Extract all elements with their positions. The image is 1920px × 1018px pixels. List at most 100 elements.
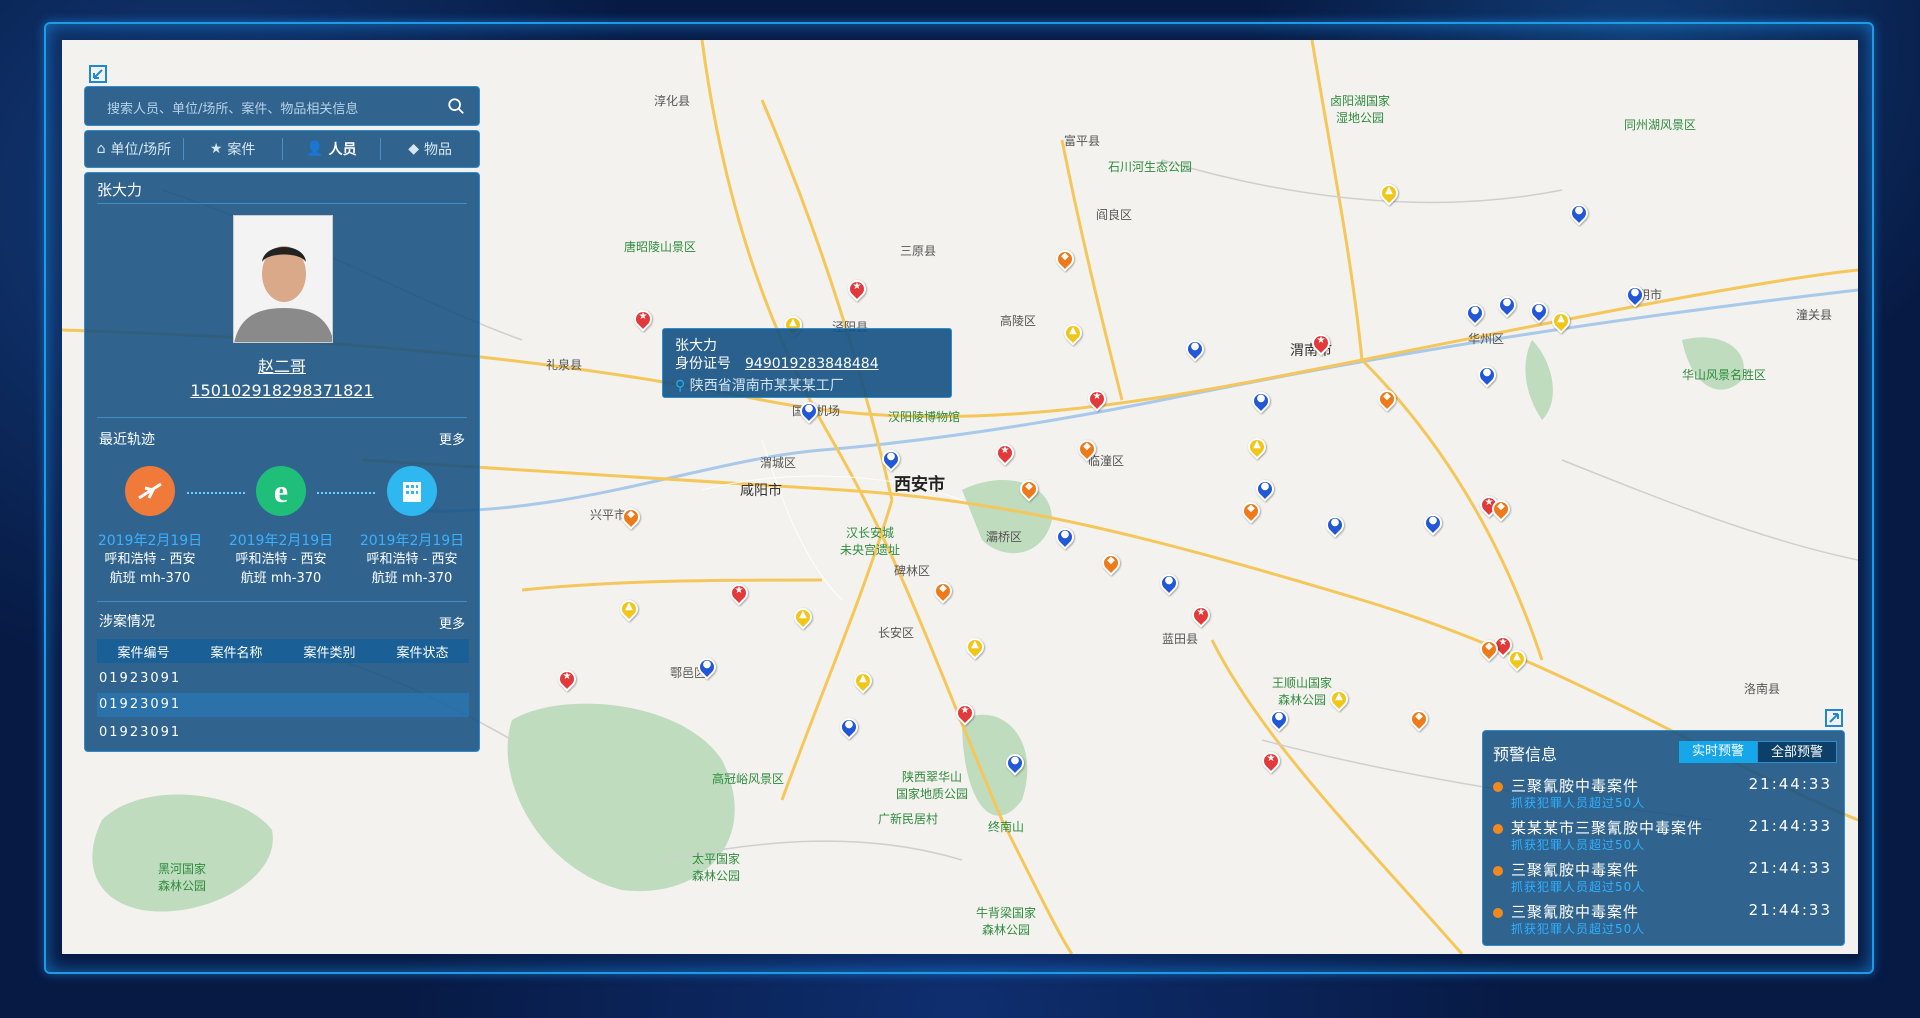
map-marker-person[interactable]: ● xyxy=(694,654,720,682)
tab-all-warning[interactable]: 全部预警 xyxy=(1757,741,1837,763)
map-marker-case[interactable]: ★ xyxy=(1188,602,1214,630)
map-marker-person[interactable]: ● xyxy=(1474,362,1500,390)
map-marker-item[interactable]: ▲ xyxy=(962,634,988,662)
map-label-xianyang: 咸阳市 xyxy=(740,482,782,498)
warning-item[interactable]: 三聚氰胺中毒案件 21:44:33 抓获犯罪人员超过50人 xyxy=(1493,859,1838,899)
map-marker-person[interactable]: ● xyxy=(1322,512,1348,540)
tab-realtime-warning[interactable]: 实时预警 xyxy=(1679,741,1757,763)
expand-icon[interactable] xyxy=(1824,708,1844,728)
divider xyxy=(97,417,467,418)
map-marker-item[interactable]: ▲ xyxy=(1548,308,1574,336)
status-dot xyxy=(1493,908,1503,918)
map-marker-person[interactable]: ● xyxy=(1266,706,1292,734)
map-label-lvyang: 卤阳湖国家 湿地公园 xyxy=(1330,94,1391,125)
person-map-popup[interactable]: 张大力 身份证号 949019283848484 ⚲ 陕西省渭南市某某某工厂 xyxy=(662,328,952,398)
map-marker-place[interactable]: ◆ xyxy=(1406,706,1432,734)
map-marker-item[interactable]: ▲ xyxy=(1244,434,1270,462)
track-item[interactable]: 2019年2月19日 呼和浩特 - 西安 航班 mh-370 xyxy=(347,466,477,588)
map-marker-place[interactable]: ◆ xyxy=(1074,436,1100,464)
table-row[interactable]: 01923091 xyxy=(97,693,469,717)
map-marker-place[interactable]: ◆ xyxy=(1098,550,1124,578)
map-marker-person[interactable]: ● xyxy=(836,714,862,742)
map-marker-place[interactable]: ◆ xyxy=(1016,476,1042,504)
popup-address: ⚲ 陕西省渭南市某某某工厂 xyxy=(675,378,844,394)
warning-item[interactable]: 三聚氰胺中毒案件 21:44:33 抓获犯罪人员超过50人 xyxy=(1493,901,1838,941)
track-item[interactable]: 2019年2月19日 呼和浩特 - 西安 航班 mh-370 xyxy=(85,466,215,588)
tab-item[interactable]: ◆ 物品 xyxy=(381,138,479,160)
recent-track-title: 最近轨迹 xyxy=(99,432,155,448)
map-marker-item[interactable]: ▲ xyxy=(1060,320,1086,348)
category-tabs: ⌂ 单位/场所 ★ 案件 👤 人员 ◆ 物品 xyxy=(84,130,480,168)
warning-item[interactable]: 某某某市三聚氰胺中毒案件 21:44:33 抓获犯罪人员超过50人 xyxy=(1493,817,1838,857)
map-marker-item[interactable]: ▲ xyxy=(1326,686,1352,714)
search-icon[interactable] xyxy=(447,97,465,115)
divider xyxy=(97,601,467,602)
table-row[interactable]: 01923091 xyxy=(97,667,469,691)
map-marker-item[interactable]: ▲ xyxy=(1504,646,1530,674)
table-row[interactable]: 01923091 xyxy=(97,721,469,745)
map-label-niubei: 牛背梁国家 森林公园 xyxy=(976,906,1037,937)
map-marker-case[interactable]: ★ xyxy=(844,276,870,304)
map-marker-person[interactable]: ● xyxy=(1622,282,1648,310)
status-dot xyxy=(1493,782,1503,792)
tab-case[interactable]: ★ 案件 xyxy=(184,138,283,160)
map-marker-case[interactable]: ★ xyxy=(992,440,1018,468)
map-marker-place[interactable]: ◆ xyxy=(618,504,644,532)
map-label-xian: 西安市 xyxy=(894,475,945,494)
map-marker-person[interactable]: ● xyxy=(1494,292,1520,320)
map-marker-person[interactable]: ● xyxy=(1156,570,1182,598)
map-marker-person[interactable]: ● xyxy=(1252,476,1278,504)
map-marker-person[interactable]: ● xyxy=(1052,524,1078,552)
popup-id-value[interactable]: 949019283848484 xyxy=(745,356,879,372)
map-marker-place[interactable]: ◆ xyxy=(1374,386,1400,414)
map-marker-place[interactable]: ◆ xyxy=(930,578,956,606)
map-marker-place[interactable]: ◆ xyxy=(1476,636,1502,664)
map-marker-item[interactable]: ▲ xyxy=(616,596,642,624)
map-marker-person[interactable]: ● xyxy=(1420,510,1446,538)
map-marker-item[interactable]: ▲ xyxy=(790,604,816,632)
map-marker-person[interactable]: ● xyxy=(796,398,822,426)
search-bar[interactable]: 搜索人员、单位/场所、案件、物品相关信息 xyxy=(84,86,480,126)
map-marker-case[interactable]: ★ xyxy=(726,580,752,608)
map-marker-place[interactable]: ◆ xyxy=(1238,498,1264,526)
map-marker-person[interactable]: ● xyxy=(1182,336,1208,364)
map-label-fuping: 富平县 xyxy=(1064,134,1101,148)
map-marker-person[interactable]: ● xyxy=(1248,388,1274,416)
status-dot xyxy=(1493,824,1503,834)
map-marker-case[interactable]: ★ xyxy=(952,700,978,728)
map-marker-case[interactable]: ★ xyxy=(554,666,580,694)
warning-panel: 预警信息 实时预警 全部预警 三聚氰胺中毒案件 21:44:33 抓获犯罪人员超… xyxy=(1482,730,1845,946)
map-marker-case[interactable]: ★ xyxy=(1258,748,1284,776)
star-icon: ★ xyxy=(209,141,223,157)
map-marker-person[interactable]: ● xyxy=(878,446,904,474)
map-label-weiyang: 汉长安城 未央宫遗址 xyxy=(840,526,901,557)
map-marker-person[interactable]: ● xyxy=(1526,298,1552,326)
person-id-number[interactable]: 150102918298371821 xyxy=(85,381,479,400)
tab-unit-place[interactable]: ⌂ 单位/场所 xyxy=(85,138,184,160)
map-marker-item[interactable]: ▲ xyxy=(850,668,876,696)
track-item[interactable]: e 2019年2月19日 呼和浩特 - 西安 航班 mh-370 xyxy=(216,466,346,588)
map-marker-place[interactable]: ◆ xyxy=(1488,496,1514,524)
diamond-icon: ◆ xyxy=(408,141,420,157)
popup-name: 张大力 xyxy=(675,338,717,354)
map-marker-person[interactable]: ● xyxy=(1002,750,1028,778)
map-marker-item[interactable]: ▲ xyxy=(1376,180,1402,208)
search-input[interactable]: 搜索人员、单位/场所、案件、物品相关信息 xyxy=(107,98,358,117)
map-label-huashan: 华山风景名胜区 xyxy=(1682,368,1767,382)
map-marker-person[interactable]: ● xyxy=(1566,200,1592,228)
warning-item[interactable]: 三聚氰胺中毒案件 21:44:33 抓获犯罪人员超过50人 xyxy=(1493,775,1838,815)
map-label-chunhua: 淳化县 xyxy=(654,94,691,108)
map-label-tongzhou: 同州湖风景区 xyxy=(1624,118,1697,132)
collapse-icon[interactable] xyxy=(88,64,108,84)
map-marker-place[interactable]: ◆ xyxy=(1052,246,1078,274)
map-label-baqiao: 灞桥区 xyxy=(986,530,1023,544)
cases-more-link[interactable]: 更多 xyxy=(439,613,465,632)
map-marker-case[interactable]: ★ xyxy=(630,306,656,334)
map-marker-person[interactable]: ● xyxy=(1462,300,1488,328)
recent-track-more-link[interactable]: 更多 xyxy=(439,429,465,448)
map-marker-case[interactable]: ★ xyxy=(1084,386,1110,414)
tab-person[interactable]: 👤 人员 xyxy=(283,138,382,160)
person-alias[interactable]: 赵二哥 xyxy=(85,353,479,377)
map-marker-case[interactable]: ★ xyxy=(1308,330,1334,358)
cases-table-header: 案件编号 案件名称 案件类别 案件状态 xyxy=(97,639,469,663)
